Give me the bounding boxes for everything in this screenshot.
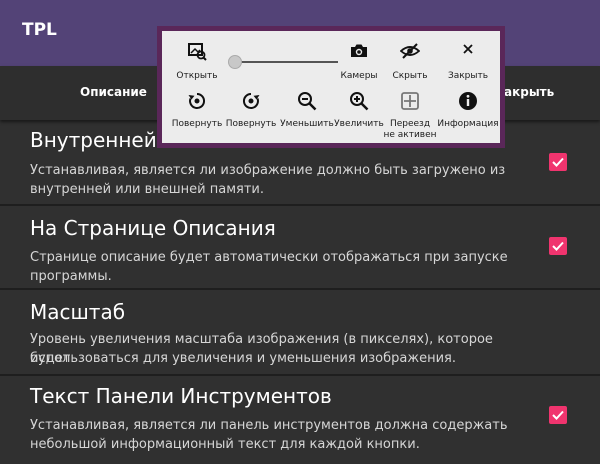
camera-icon (351, 44, 367, 57)
setting-checkbox[interactable] (549, 153, 567, 171)
info-icon (459, 92, 477, 110)
setting-description-line2: программы. (30, 269, 112, 284)
info-label: Информация (437, 119, 499, 129)
setting-description-line1: Странице описание будет автоматически от… (30, 250, 508, 265)
close-button[interactable]: Закрыть (433, 39, 503, 87)
rotate-right-icon (242, 92, 260, 109)
close-label: Закрыть (447, 71, 489, 81)
move-grid-icon (401, 92, 419, 110)
zoom-slider-track (234, 61, 338, 63)
check-icon (552, 410, 564, 420)
rotate-left-icon (188, 92, 206, 109)
check-icon (552, 157, 564, 167)
setting-zoom[interactable]: Масштаб Уровень увеличения масштаба изоб… (0, 290, 600, 374)
setting-description-page[interactable]: На Странице Описания Странице описание б… (0, 206, 600, 288)
settings-list: Внутренней Памяти Устанавливая, является… (0, 120, 600, 464)
setting-title: Текст Панели Инструментов (30, 384, 332, 408)
zoom-slider-thumb[interactable] (228, 55, 242, 69)
setting-toolbar-text[interactable]: Текст Панели Инструментов Устанавливая, … (0, 376, 600, 464)
setting-description-line1: Устанавливая, является ли изображение до… (30, 163, 506, 178)
info-button[interactable]: Информация (433, 89, 503, 145)
tab-description[interactable]: Описание (80, 85, 147, 99)
setting-checkbox[interactable] (549, 406, 567, 424)
setting-title: Масштаб (30, 300, 126, 324)
close-icon (463, 44, 473, 54)
zoom-out-icon (298, 92, 317, 111)
eye-off-icon (400, 43, 420, 59)
app-title: TPL (22, 20, 57, 40)
setting-description-line2: внутренней или внешней памяти. (30, 182, 264, 197)
toolbar-popup: Открыть Камеры Скрыть Закрыть Повернуть … (157, 26, 505, 148)
tab-close[interactable]: акрыть (504, 85, 554, 99)
setting-description-line2: небольшой информационный текст для каждо… (30, 437, 420, 452)
setting-checkbox[interactable] (549, 237, 567, 255)
setting-title: На Странице Описания (30, 216, 276, 240)
setting-description-line2: использоваться для увеличения и уменьшен… (30, 351, 456, 366)
check-icon (552, 241, 564, 251)
setting-description-line1: Устанавливая, является ли панель инструм… (30, 418, 508, 433)
zoom-in-icon (350, 92, 369, 111)
